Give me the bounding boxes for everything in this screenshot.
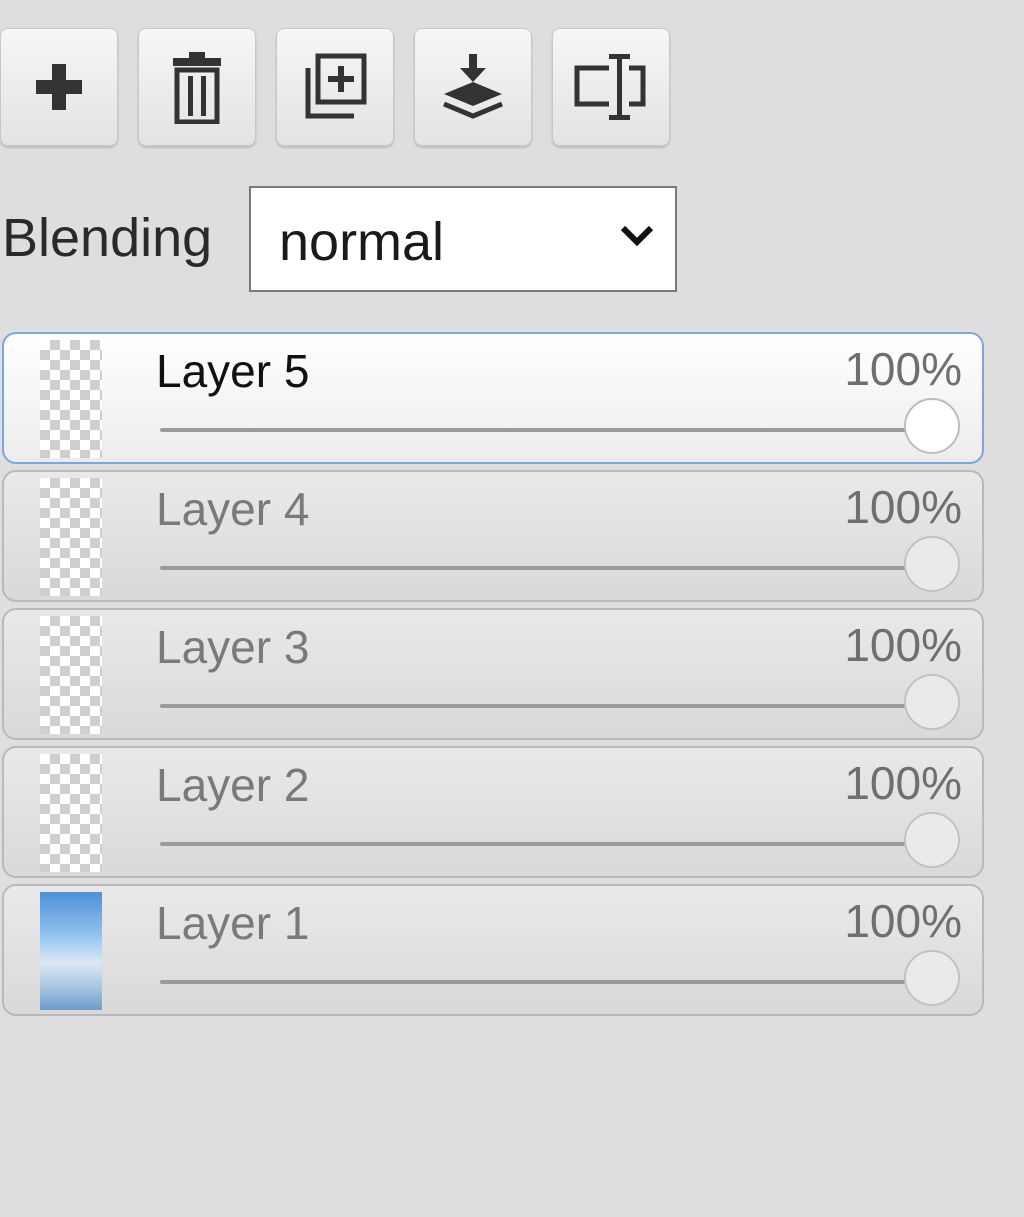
duplicate-layer-button[interactable] — [276, 28, 394, 146]
opacity-slider-handle[interactable] — [904, 398, 960, 454]
blending-value: normal — [279, 212, 445, 272]
layer-item[interactable]: Layer 2 100% — [2, 746, 984, 878]
opacity-slider-handle[interactable] — [904, 674, 960, 730]
layer-thumbnail — [40, 616, 102, 734]
duplicate-icon — [302, 52, 368, 122]
chevron-down-icon — [619, 224, 655, 253]
layer-item[interactable]: Layer 5 100% — [2, 332, 984, 464]
opacity-slider-handle[interactable] — [904, 536, 960, 592]
layer-name: Layer 1 — [156, 897, 310, 949]
layer-opacity-value: 100% — [844, 619, 962, 671]
trash-icon — [171, 50, 223, 124]
layer-item[interactable]: Layer 3 100% — [2, 608, 984, 740]
rename-icon — [573, 52, 649, 122]
opacity-slider-handle[interactable] — [904, 950, 960, 1006]
delete-layer-button[interactable] — [138, 28, 256, 146]
layer-thumbnail — [40, 340, 102, 458]
opacity-slider[interactable] — [160, 980, 932, 984]
layers-panel: Blending normal Layer 5 100% Layer 4 100… — [0, 0, 1024, 1217]
layer-name: Layer 2 — [156, 759, 310, 811]
layer-thumbnail — [40, 478, 102, 596]
layer-thumbnail — [40, 754, 102, 872]
opacity-slider-handle[interactable] — [904, 812, 960, 868]
blending-select[interactable]: normal — [249, 186, 677, 292]
blending-label: Blending — [2, 208, 213, 268]
merge-down-button[interactable] — [414, 28, 532, 146]
merge-down-icon — [440, 52, 506, 122]
layer-thumbnail — [40, 892, 102, 1010]
layer-item[interactable]: Layer 1 100% — [2, 884, 984, 1016]
layer-opacity-value: 100% — [844, 343, 962, 395]
blending-row: Blending normal — [0, 186, 700, 292]
plus-icon — [34, 62, 84, 112]
add-layer-button[interactable] — [0, 28, 118, 146]
layer-opacity-value: 100% — [844, 895, 962, 947]
layer-name: Layer 5 — [156, 345, 310, 397]
opacity-slider[interactable] — [160, 842, 932, 846]
layer-item[interactable]: Layer 4 100% — [2, 470, 984, 602]
opacity-slider[interactable] — [160, 704, 932, 708]
layer-opacity-value: 100% — [844, 757, 962, 809]
layer-opacity-value: 100% — [844, 481, 962, 533]
layer-name: Layer 3 — [156, 621, 310, 673]
opacity-slider[interactable] — [160, 428, 932, 432]
rename-layer-button[interactable] — [552, 28, 670, 146]
layer-name: Layer 4 — [156, 483, 310, 535]
opacity-slider[interactable] — [160, 566, 932, 570]
